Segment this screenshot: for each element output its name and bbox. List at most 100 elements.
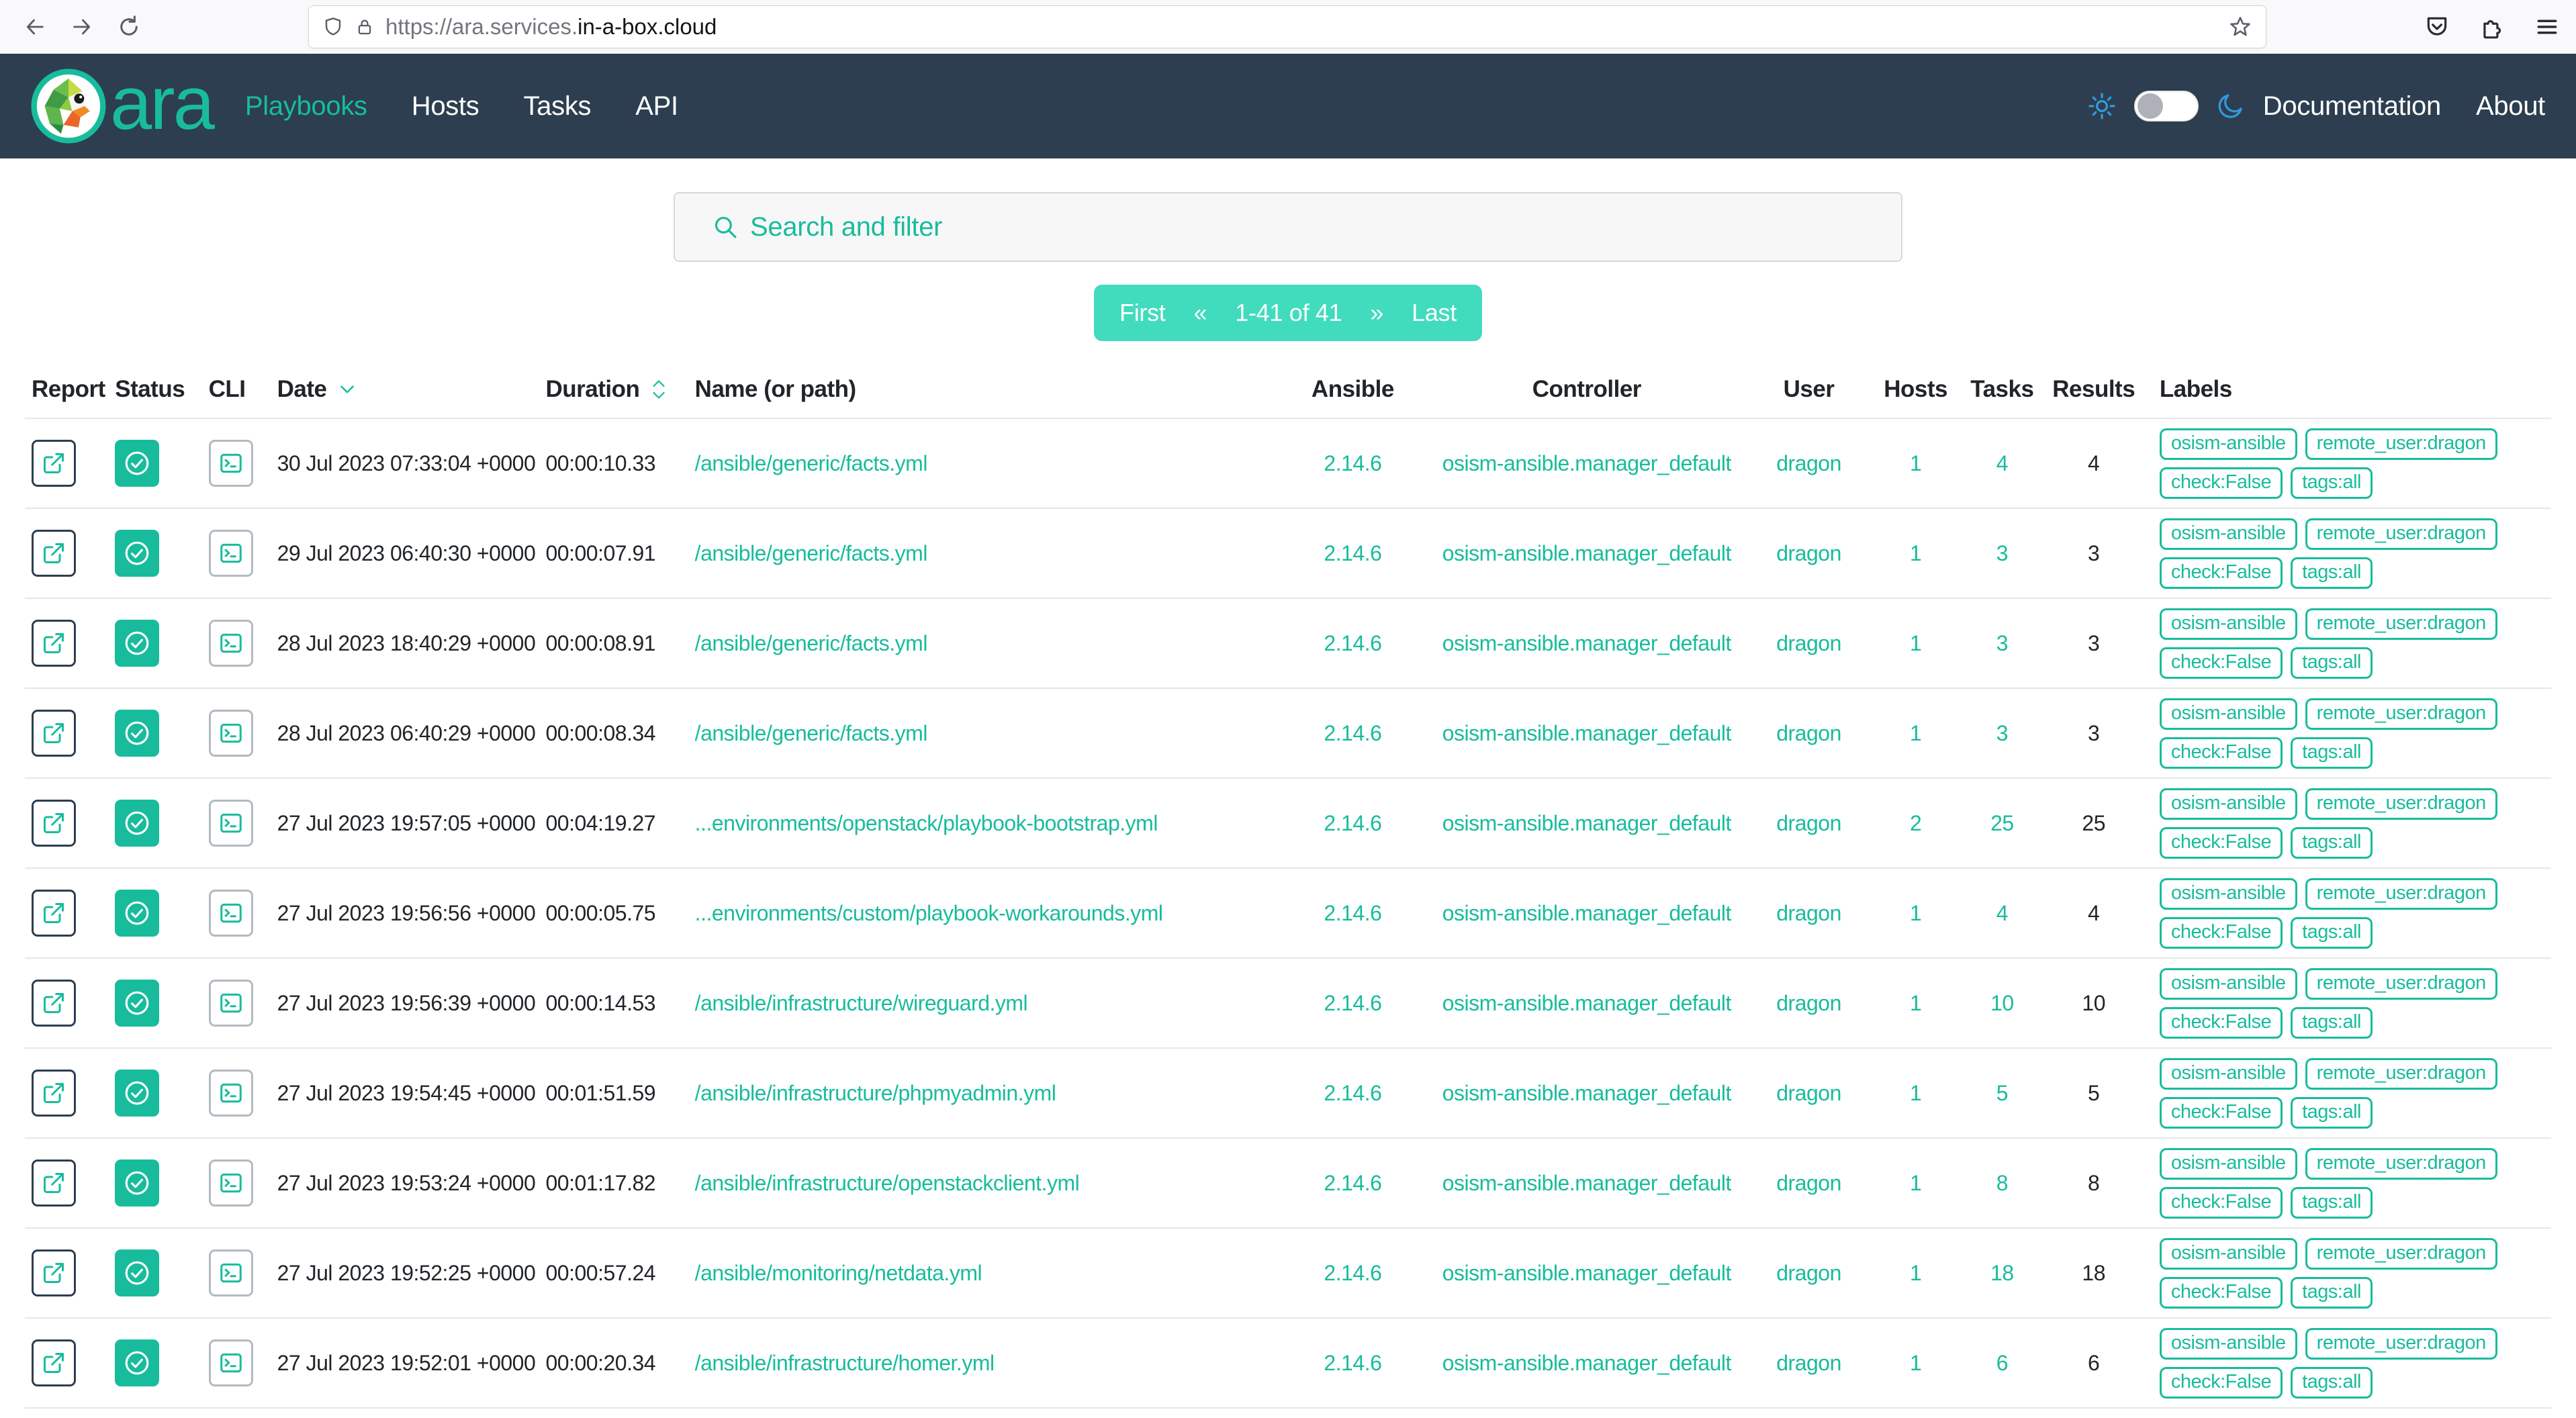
bookmark-star-icon[interactable] [2228,15,2252,39]
user-link[interactable]: dragon [1776,541,1841,565]
controller-link[interactable]: osism-ansible.manager_default [1442,451,1731,475]
hosts-count-link[interactable]: 1 [1910,631,1921,655]
ansible-version-link[interactable]: 2.14.6 [1324,721,1381,745]
back-button[interactable] [16,8,54,46]
controller-link[interactable]: osism-ansible.manager_default [1442,1081,1731,1105]
hosts-count-link[interactable]: 1 [1910,1171,1921,1195]
tasks-count-link[interactable]: 3 [1996,541,2008,565]
pagination-next[interactable]: » [1370,299,1383,327]
report-button[interactable] [32,620,76,667]
hosts-count-link[interactable]: 1 [1910,1081,1921,1105]
extensions-puzzle-icon[interactable] [2479,14,2505,40]
status-success-button[interactable] [115,1070,159,1117]
tasks-count-link[interactable]: 8 [1996,1171,2008,1195]
tasks-count-link[interactable]: 4 [1996,451,2008,475]
nav-link-tasks[interactable]: Tasks [523,91,591,122]
lock-icon[interactable] [355,17,375,37]
url-bar[interactable]: https://ara.services.in-a-box.cloud [308,5,2266,48]
reload-button[interactable] [110,8,148,46]
controller-link[interactable]: osism-ansible.manager_default [1442,811,1731,835]
status-success-button[interactable] [115,620,159,667]
controller-link[interactable]: osism-ansible.manager_default [1442,631,1731,655]
playbook-name-link[interactable]: /ansible/infrastructure/wireguard.yml [695,991,1027,1015]
nav-link-about[interactable]: About [2476,91,2545,122]
cli-button[interactable] [209,1160,253,1207]
column-header-date[interactable]: Date [271,360,539,418]
cli-button[interactable] [209,440,253,487]
brand-home-link[interactable]: ara [31,68,213,144]
ansible-version-link[interactable]: 2.14.6 [1324,991,1381,1015]
hosts-count-link[interactable]: 2 [1910,811,1921,835]
shield-icon[interactable] [322,16,344,38]
playbook-name-link[interactable]: ...environments/custom/playbook-workarou… [695,901,1163,925]
controller-link[interactable]: osism-ansible.manager_default [1442,901,1731,925]
cli-button[interactable] [209,980,253,1027]
user-link[interactable]: dragon [1776,721,1841,745]
report-button[interactable] [32,440,76,487]
hosts-count-link[interactable]: 1 [1910,451,1921,475]
cli-button[interactable] [209,620,253,667]
playbook-name-link[interactable]: ...environments/openstack/playbook-boots… [695,811,1158,835]
tasks-count-link[interactable]: 18 [1990,1261,2014,1285]
column-header-duration[interactable]: Duration [539,360,688,418]
hosts-count-link[interactable]: 1 [1910,1351,1921,1375]
pagination-last[interactable]: Last [1412,299,1457,327]
report-button[interactable] [32,800,76,847]
ansible-version-link[interactable]: 2.14.6 [1324,1351,1381,1375]
user-link[interactable]: dragon [1776,1351,1841,1375]
status-success-button[interactable] [115,440,159,487]
nav-link-api[interactable]: API [635,91,678,122]
nav-link-playbooks[interactable]: Playbooks [245,91,367,122]
cli-button[interactable] [209,1070,253,1117]
report-button[interactable] [32,1249,76,1296]
hosts-count-link[interactable]: 1 [1910,541,1921,565]
cli-button[interactable] [209,530,253,577]
report-button[interactable] [32,530,76,577]
ansible-version-link[interactable]: 2.14.6 [1324,1081,1381,1105]
playbook-name-link[interactable]: /ansible/infrastructure/homer.yml [695,1351,995,1375]
controller-link[interactable]: osism-ansible.manager_default [1442,1261,1731,1285]
tasks-count-link[interactable]: 6 [1996,1351,2008,1375]
controller-link[interactable]: osism-ansible.manager_default [1442,541,1731,565]
status-success-button[interactable] [115,1160,159,1207]
tasks-count-link[interactable]: 3 [1996,721,2008,745]
ansible-version-link[interactable]: 2.14.6 [1324,541,1381,565]
status-success-button[interactable] [115,710,159,757]
search-and-filter[interactable]: Search and filter [674,192,1902,262]
report-button[interactable] [32,1070,76,1117]
status-success-button[interactable] [115,800,159,847]
status-success-button[interactable] [115,980,159,1027]
nav-link-hosts[interactable]: Hosts [412,91,479,122]
tasks-count-link[interactable]: 10 [1990,991,2014,1015]
user-link[interactable]: dragon [1776,901,1841,925]
pocket-icon[interactable] [2424,14,2450,40]
playbook-name-link[interactable]: /ansible/generic/facts.yml [695,721,927,745]
user-link[interactable]: dragon [1776,1081,1841,1105]
ansible-version-link[interactable]: 2.14.6 [1324,1171,1381,1195]
cli-button[interactable] [209,710,253,757]
controller-link[interactable]: osism-ansible.manager_default [1442,721,1731,745]
controller-link[interactable]: osism-ansible.manager_default [1442,1351,1731,1375]
pagination-prev[interactable]: « [1194,299,1207,327]
cli-button[interactable] [209,800,253,847]
status-success-button[interactable] [115,1249,159,1296]
playbook-name-link[interactable]: /ansible/infrastructure/phpmyadmin.yml [695,1081,1056,1105]
ansible-version-link[interactable]: 2.14.6 [1324,1261,1381,1285]
playbook-name-link[interactable]: /ansible/generic/facts.yml [695,631,927,655]
hosts-count-link[interactable]: 1 [1910,721,1921,745]
cli-button[interactable] [209,890,253,937]
pagination-first[interactable]: First [1119,299,1165,327]
status-success-button[interactable] [115,890,159,937]
tasks-count-link[interactable]: 5 [1996,1081,2008,1105]
hosts-count-link[interactable]: 1 [1910,901,1921,925]
report-button[interactable] [32,890,76,937]
report-button[interactable] [32,980,76,1027]
forward-button[interactable] [63,8,101,46]
status-success-button[interactable] [115,1339,159,1386]
tasks-count-link[interactable]: 4 [1996,901,2008,925]
user-link[interactable]: dragon [1776,451,1841,475]
playbook-name-link[interactable]: /ansible/generic/facts.yml [695,451,927,475]
ansible-version-link[interactable]: 2.14.6 [1324,811,1381,835]
cli-button[interactable] [209,1339,253,1386]
status-success-button[interactable] [115,530,159,577]
